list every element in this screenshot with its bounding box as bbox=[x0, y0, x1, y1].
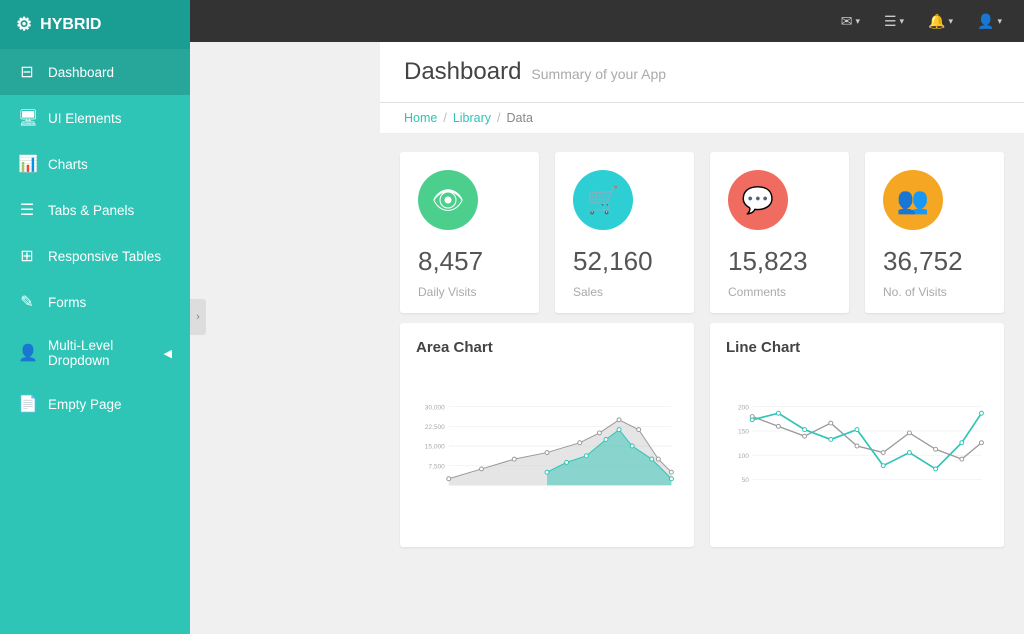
sidebar-item-tabs-panels[interactable]: ☰ Tabs & Panels bbox=[0, 187, 190, 233]
line-chart-card: Line Chart 200 150 100 50 bbox=[710, 323, 1004, 547]
stat-label-2: Comments bbox=[728, 285, 786, 299]
svg-text:30,000: 30,000 bbox=[425, 404, 445, 411]
stat-card-1: 🛒 52,160 Sales bbox=[555, 152, 694, 313]
sidebar-item-multi-level[interactable]: 👤 Multi-Level Dropdown ◀ bbox=[0, 325, 190, 381]
area-chart-title: Area Chart bbox=[416, 339, 678, 356]
svg-text:100: 100 bbox=[738, 453, 749, 460]
sidebar-label-dashboard: Dashboard bbox=[48, 65, 114, 80]
sidebar-label-tabs-panels: Tabs & Panels bbox=[48, 203, 134, 218]
charts-row: Area Chart 30,000 22,500 15,000 7,500 bbox=[380, 323, 1024, 563]
line-chart: 200 150 100 50 bbox=[726, 366, 988, 526]
notification-btn-icon: 🔔 bbox=[928, 13, 945, 30]
sidebar-item-empty-page[interactable]: 📄 Empty Page bbox=[0, 381, 190, 427]
breadcrumb-home[interactable]: Home bbox=[404, 111, 437, 125]
sidebar-label-empty-page: Empty Page bbox=[48, 397, 122, 412]
svg-text:7,500: 7,500 bbox=[428, 463, 445, 470]
sidebar-label-responsive-tables: Responsive Tables bbox=[48, 249, 161, 264]
stat-value-0: 8,457 bbox=[418, 246, 483, 277]
svg-text:50: 50 bbox=[742, 477, 750, 484]
sidebar-item-ui-elements[interactable]: 🖥 UI Elements bbox=[0, 95, 190, 141]
charts-icon: 📊 bbox=[18, 154, 36, 174]
mail-btn-icon: ✉ bbox=[841, 13, 853, 30]
app-name: HYBRID bbox=[40, 16, 101, 34]
tabs-panels-icon: ☰ bbox=[18, 200, 36, 220]
menu-btn-icon: ☰ bbox=[884, 13, 897, 30]
user-btn[interactable]: 👤▾ bbox=[967, 7, 1012, 36]
breadcrumb-library[interactable]: Library bbox=[453, 111, 491, 125]
stat-card-0: 👁 8,457 Daily Visits bbox=[400, 152, 539, 313]
stats-row: 👁 8,457 Daily Visits 🛒 52,160 Sales 💬 15… bbox=[380, 134, 1024, 323]
app-logo: ⚙ HYBRID bbox=[0, 0, 190, 49]
multi-level-icon: 👤 bbox=[18, 343, 36, 363]
forms-icon: ✎ bbox=[18, 292, 36, 312]
sidebar-label-forms: Forms bbox=[48, 295, 86, 310]
breadcrumb-current: Data bbox=[507, 111, 533, 125]
main-content: Dashboard Summary of your App Home / Lib… bbox=[380, 42, 1024, 634]
page-title: Dashboard bbox=[404, 58, 521, 86]
gear-icon: ⚙ bbox=[16, 14, 32, 35]
notification-btn-caret: ▾ bbox=[949, 16, 954, 27]
sidebar-label-ui-elements: UI Elements bbox=[48, 111, 122, 126]
stat-icon-2: 💬 bbox=[728, 170, 788, 230]
svg-text:15,000: 15,000 bbox=[425, 444, 445, 451]
stat-value-3: 36,752 bbox=[883, 246, 963, 277]
stat-icon-0: 👁 bbox=[418, 170, 478, 230]
sidebar-item-dashboard[interactable]: ⊟ Dashboard bbox=[0, 49, 190, 95]
sidebar-item-responsive-tables[interactable]: ⊞ Responsive Tables bbox=[0, 233, 190, 279]
mail-btn[interactable]: ✉▾ bbox=[831, 7, 870, 36]
menu-btn-caret: ▾ bbox=[900, 16, 905, 27]
stat-label-3: No. of Visits bbox=[883, 285, 947, 299]
sidebar: ⚙ HYBRID ⊟ Dashboard 🖥 UI Elements 📊 Cha… bbox=[0, 0, 190, 634]
stat-value-2: 15,823 bbox=[728, 246, 808, 277]
ui-elements-icon: 🖥 bbox=[18, 108, 36, 128]
sidebar-item-forms[interactable]: ✎ Forms bbox=[0, 279, 190, 325]
sidebar-arrow-multi-level: ◀ bbox=[164, 347, 172, 360]
sidebar-label-charts: Charts bbox=[48, 157, 88, 172]
svg-text:200: 200 bbox=[738, 404, 749, 411]
breadcrumb: Home / Library / Data bbox=[380, 103, 1024, 134]
stat-icon-1: 🛒 bbox=[573, 170, 633, 230]
sidebar-toggle[interactable]: › bbox=[190, 299, 206, 335]
sidebar-label-multi-level: Multi-Level Dropdown bbox=[48, 338, 152, 368]
mail-btn-caret: ▾ bbox=[855, 16, 860, 27]
user-btn-caret: ▾ bbox=[997, 16, 1002, 27]
svg-text:150: 150 bbox=[738, 429, 749, 436]
dashboard-icon: ⊟ bbox=[18, 62, 36, 82]
stat-label-1: Sales bbox=[573, 285, 603, 299]
area-chart: 30,000 22,500 15,000 7,500 bbox=[416, 366, 678, 526]
stat-value-1: 52,160 bbox=[573, 246, 653, 277]
topbar: ✉▾☰▾🔔▾👤▾ bbox=[190, 0, 1024, 42]
user-btn-icon: 👤 bbox=[977, 13, 994, 30]
svg-text:22,500: 22,500 bbox=[425, 424, 445, 431]
area-chart-card: Area Chart 30,000 22,500 15,000 7,500 bbox=[400, 323, 694, 547]
empty-page-icon: 📄 bbox=[18, 394, 36, 414]
stat-card-3: 👥 36,752 No. of Visits bbox=[865, 152, 1004, 313]
stat-icon-3: 👥 bbox=[883, 170, 943, 230]
sidebar-item-charts[interactable]: 📊 Charts bbox=[0, 141, 190, 187]
page-subtitle: Summary of your App bbox=[531, 66, 666, 82]
page-header: Dashboard Summary of your App bbox=[380, 42, 1024, 103]
menu-btn[interactable]: ☰▾ bbox=[874, 7, 914, 36]
responsive-tables-icon: ⊞ bbox=[18, 246, 36, 266]
sidebar-nav: ⊟ Dashboard 🖥 UI Elements 📊 Charts ☰ Tab… bbox=[0, 49, 190, 427]
line-chart-title: Line Chart bbox=[726, 339, 988, 356]
notification-btn[interactable]: 🔔▾ bbox=[918, 7, 963, 36]
stat-card-2: 💬 15,823 Comments bbox=[710, 152, 849, 313]
stat-label-0: Daily Visits bbox=[418, 285, 476, 299]
